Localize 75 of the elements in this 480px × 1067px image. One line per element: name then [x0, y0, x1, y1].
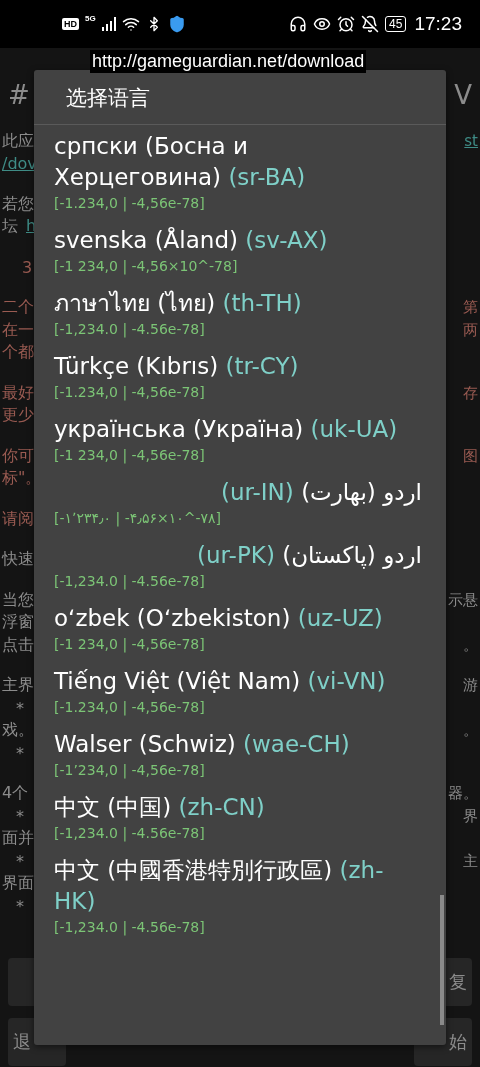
language-option[interactable]: 中文 (中國香港特別行政區) (zh-HK) [54, 855, 422, 917]
background-text: * [16, 896, 24, 916]
background-text: 二个 [2, 297, 34, 319]
background-text: 第 [463, 298, 478, 318]
background-text: * [16, 806, 24, 826]
language-option[interactable]: svenska (Åland) (sv-AX) [54, 225, 422, 256]
dialog-title: 选择语言 [34, 70, 446, 125]
number-format-sample: [-1,234.0 | -4.56e-78] [54, 824, 205, 843]
background-text: 面并 [2, 828, 34, 850]
background-text: 更少 [2, 405, 34, 427]
clock-time: 17:23 [414, 13, 462, 35]
background-text: 个都 [2, 342, 34, 364]
background-text: 存 [463, 383, 478, 403]
language-option[interactable]: Walser (Schwiz) (wae-CH) [54, 729, 422, 760]
number-format-sample: [-1.234,0 | -4,56e-78] [54, 383, 205, 402]
number-format-sample: [-1,234.0 | -4.56e-78] [54, 320, 205, 339]
background-text: 坛 [2, 216, 18, 238]
link-text[interactable]: st [464, 132, 478, 151]
number-format-sample: [-1.234,0 | -4,56e-78] [54, 698, 205, 717]
background-text: 主界 [2, 675, 34, 697]
background-text: 示悬 [448, 590, 478, 610]
background-text: 若您 [2, 193, 34, 215]
bell-off-icon [361, 15, 380, 33]
background-text: 3 [22, 257, 33, 277]
background-text: 请阅 [2, 508, 34, 530]
background-text: 界 [463, 806, 478, 826]
background-text: 游 [463, 676, 478, 696]
number-format-sample: [-1 234,0 | -4,56e-78] [54, 446, 205, 465]
background-text: 器。 [448, 784, 478, 804]
battery-icon: 45 [385, 16, 407, 32]
background-text: * [16, 698, 24, 718]
number-format-sample: [-1.234,0 | -4,56e-78] [54, 194, 205, 213]
background-text: 此应 [2, 130, 34, 152]
shield-icon [167, 15, 186, 33]
background-text: 4个 [2, 783, 29, 805]
number-format-sample: [-۱٬۲۳۴٫۰ | -۴٫۵۶×۱۰^-۷۸] [54, 509, 221, 528]
background-text: # [8, 80, 30, 110]
background-text: 你可 [2, 445, 34, 467]
network-label: 5G [85, 14, 96, 23]
background-text: 浮窗 [2, 612, 34, 634]
number-format-sample: [-1 234,0 | -4,56e-78] [54, 635, 205, 654]
signal-icon [101, 17, 116, 31]
language-option[interactable]: українська (Україна) (uk-UA) [54, 414, 422, 445]
background-text: 。 [463, 721, 478, 741]
eye-icon [313, 15, 332, 33]
headphones-icon [289, 15, 308, 33]
number-format-sample: [-1’234,0 | -4,56e-78] [54, 761, 205, 780]
background-text: 在一 [2, 319, 34, 341]
language-option[interactable]: oʻzbek (Oʻzbekiston) (uz-UZ) [54, 603, 422, 634]
background-text: 界面 [2, 873, 34, 895]
language-option[interactable]: 中文 (中国) (zh-CN) [54, 792, 422, 823]
background-text: 。 [463, 635, 478, 655]
number-format-sample: [-1,234.0 | -4.56e-78] [54, 572, 205, 591]
background-text: 点击 [2, 634, 34, 656]
background-text: 主 [463, 851, 478, 871]
number-format-sample: [-1 234,0 | -4,56×10^-78] [54, 257, 238, 276]
background-text: V [454, 80, 472, 110]
language-option[interactable]: ภาษาไทย (ไทย) (th-TH) [54, 288, 422, 319]
background-text: 最好 [2, 382, 34, 404]
number-format-sample: [-1,234.0 | -4.56e-78] [54, 918, 205, 937]
language-option[interactable]: Tiếng Việt (Việt Nam) (vi-VN) [54, 666, 422, 697]
background-text: * [16, 743, 24, 763]
background-text: 图 [463, 446, 478, 466]
background-text: 当您 [2, 589, 34, 611]
background-text: 戏。 [2, 720, 34, 742]
hd-icon: HD [62, 18, 79, 30]
background-text: 快速 [2, 549, 34, 571]
wifi-icon [121, 15, 140, 33]
language-option[interactable]: српски (Босна и Херцеговина) (sr-BA) [54, 131, 422, 193]
background-text: * [16, 851, 24, 871]
background-text: 两 [463, 320, 478, 340]
alarm-icon [337, 15, 356, 33]
background-text: 标"。 [2, 468, 42, 490]
url-toast: http://gameguardian.net/download [90, 50, 367, 73]
language-option[interactable]: Türkçe (Kıbrıs) (tr-CY) [54, 351, 422, 382]
